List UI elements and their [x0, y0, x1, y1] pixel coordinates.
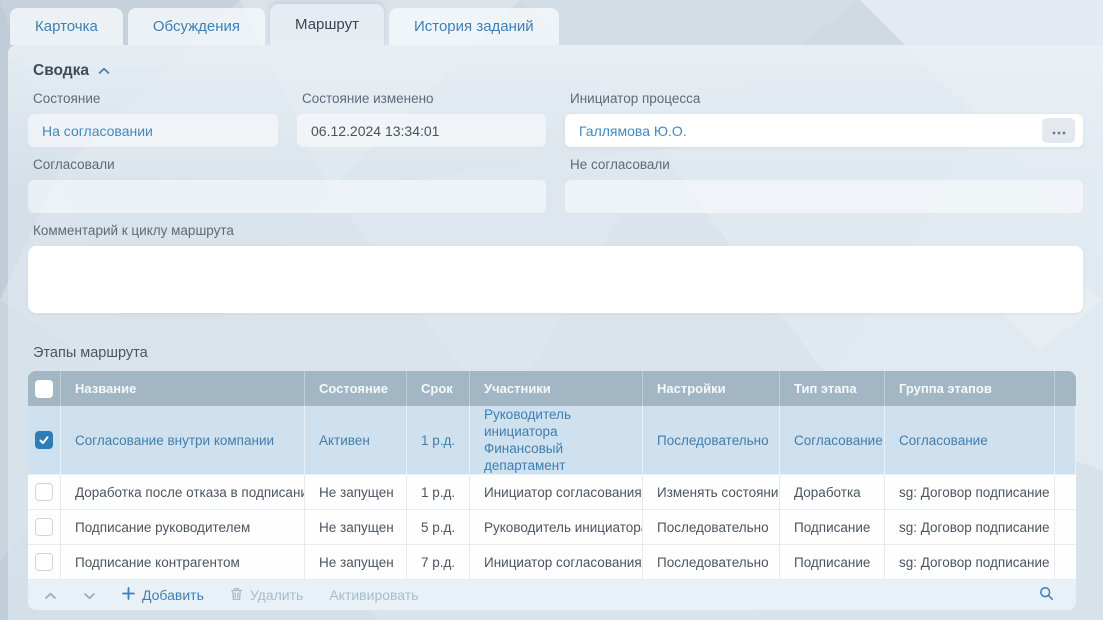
approved-field: [28, 180, 546, 213]
move-down-button[interactable]: [83, 587, 96, 603]
comment-label: Комментарий к циклу маршрута: [33, 223, 1083, 240]
chevron-down-icon: [83, 587, 96, 603]
stage-term: 1 р.д.: [407, 475, 470, 510]
stage-settings: Изменять состояние: [643, 475, 780, 510]
search-button[interactable]: [1039, 586, 1054, 604]
tab-card[interactable]: Карточка: [10, 8, 123, 45]
stage-group: sg: Договор подписание: [885, 510, 1055, 545]
route-cycle-comment-input[interactable]: [28, 246, 1083, 313]
initiator-picker-button[interactable]: [1042, 118, 1075, 143]
summary-title: Сводка: [33, 62, 89, 80]
move-up-button[interactable]: [44, 587, 57, 603]
stage-name[interactable]: Согласование внутри компании: [75, 433, 274, 448]
state-value-link[interactable]: На согласовании: [42, 123, 153, 139]
state-changed-label: Состояние изменено: [302, 91, 546, 108]
activate-button[interactable]: Активировать: [329, 587, 418, 603]
stage-extra: [1055, 510, 1076, 545]
stage-participants: Инициатор согласования: [470, 545, 643, 580]
column-header-extra: [1055, 371, 1076, 406]
stage-term: 5 р.д.: [407, 510, 470, 545]
row-checkbox[interactable]: [35, 518, 53, 536]
stage-term: 1 р.д.: [407, 406, 470, 475]
stage-participants: Инициатор согласования: [470, 475, 643, 510]
row-checkbox[interactable]: [35, 553, 53, 571]
stage-participants: Руководитель инициатора Финансовый депар…: [470, 406, 643, 475]
stage-state: Активен: [305, 406, 407, 475]
table-row[interactable]: Согласование внутри компании Активен 1 р…: [28, 406, 1076, 475]
search-icon: [1039, 586, 1054, 604]
chevron-up-icon: [98, 62, 110, 80]
state-changed-value: 06.12.2024 13:34:01: [311, 123, 439, 139]
column-header-stage-group: Группа этапов: [885, 371, 1055, 406]
tab-route[interactable]: Маршрут: [270, 4, 384, 45]
stage-name: Подписание контрагентом: [61, 545, 305, 580]
stage-name: Подписание руководителем: [61, 510, 305, 545]
chevron-up-icon: [44, 587, 57, 603]
column-header-stage-type: Тип этапа: [780, 371, 885, 406]
table-toolbar: Добавить Удалить Активировать: [28, 580, 1076, 610]
column-header-state: Состояние: [305, 371, 407, 406]
stage-type: Согласование: [780, 406, 885, 475]
stage-settings: Последовательно: [643, 510, 780, 545]
column-header-name: Название: [61, 371, 305, 406]
stage-type: Подписание: [780, 510, 885, 545]
stage-settings: Последовательно: [643, 545, 780, 580]
stage-type: Подписание: [780, 545, 885, 580]
initiator-value-link[interactable]: Галлямова Ю.О.: [579, 123, 687, 139]
initiator-label: Инициатор процесса: [570, 91, 1083, 108]
add-button[interactable]: Добавить: [122, 587, 204, 603]
stage-participants: Руководитель инициатора: [470, 510, 643, 545]
row-checkbox[interactable]: [35, 431, 53, 449]
stages-title: Этапы маршрута: [28, 343, 1083, 363]
trash-icon: [230, 587, 243, 604]
row-checkbox[interactable]: [35, 483, 53, 501]
stage-settings: Последовательно: [643, 406, 780, 475]
stage-extra: [1055, 475, 1076, 510]
tab-task-history[interactable]: История заданий: [389, 8, 559, 45]
not-approved-label: Не согласовали: [570, 157, 1083, 174]
delete-button[interactable]: Удалить: [230, 587, 303, 604]
select-all-checkbox[interactable]: [35, 380, 53, 398]
stage-group: sg: Договор подписание: [885, 545, 1055, 580]
table-header-row: Название Состояние Срок Участники Настро…: [28, 371, 1076, 406]
stage-extra: [1055, 406, 1076, 475]
route-tab-panel: Сводка Состояние Состояние изменено Иниц…: [8, 45, 1103, 620]
stage-name: Доработка после отказа в подписании: [61, 475, 305, 510]
tab-discussions[interactable]: Обсуждения: [128, 8, 265, 45]
tab-bar: Карточка Обсуждения Маршрут История зада…: [10, 0, 559, 45]
plus-icon: [122, 587, 135, 603]
stage-group: Согласование: [885, 406, 1055, 475]
approved-label: Согласовали: [33, 157, 546, 174]
stage-extra: [1055, 545, 1076, 580]
state-changed-field: 06.12.2024 13:34:01: [297, 114, 546, 147]
column-header-participants: Участники: [470, 371, 643, 406]
column-header-term: Срок: [407, 371, 470, 406]
table-row[interactable]: Подписание контрагентом Не запущен 7 р.д…: [28, 545, 1076, 580]
stage-term: 7 р.д.: [407, 545, 470, 580]
table-row[interactable]: Подписание руководителем Не запущен 5 р.…: [28, 510, 1076, 545]
stage-state: Не запущен: [305, 545, 407, 580]
stage-group: sg: Договор подписание: [885, 475, 1055, 510]
ellipsis-icon: [1052, 123, 1066, 138]
stage-state: Не запущен: [305, 475, 407, 510]
stages-table: Название Состояние Срок Участники Настро…: [28, 371, 1076, 610]
state-label: Состояние: [33, 91, 278, 108]
column-header-settings: Настройки: [643, 371, 780, 406]
table-row[interactable]: Доработка после отказа в подписании Не з…: [28, 475, 1076, 510]
summary-section-header[interactable]: Сводка: [28, 61, 1083, 81]
stage-type: Доработка: [780, 475, 885, 510]
stage-state: Не запущен: [305, 510, 407, 545]
not-approved-field: [565, 180, 1083, 213]
state-field: На согласовании: [28, 114, 278, 147]
initiator-field[interactable]: Галлямова Ю.О.: [565, 114, 1083, 147]
